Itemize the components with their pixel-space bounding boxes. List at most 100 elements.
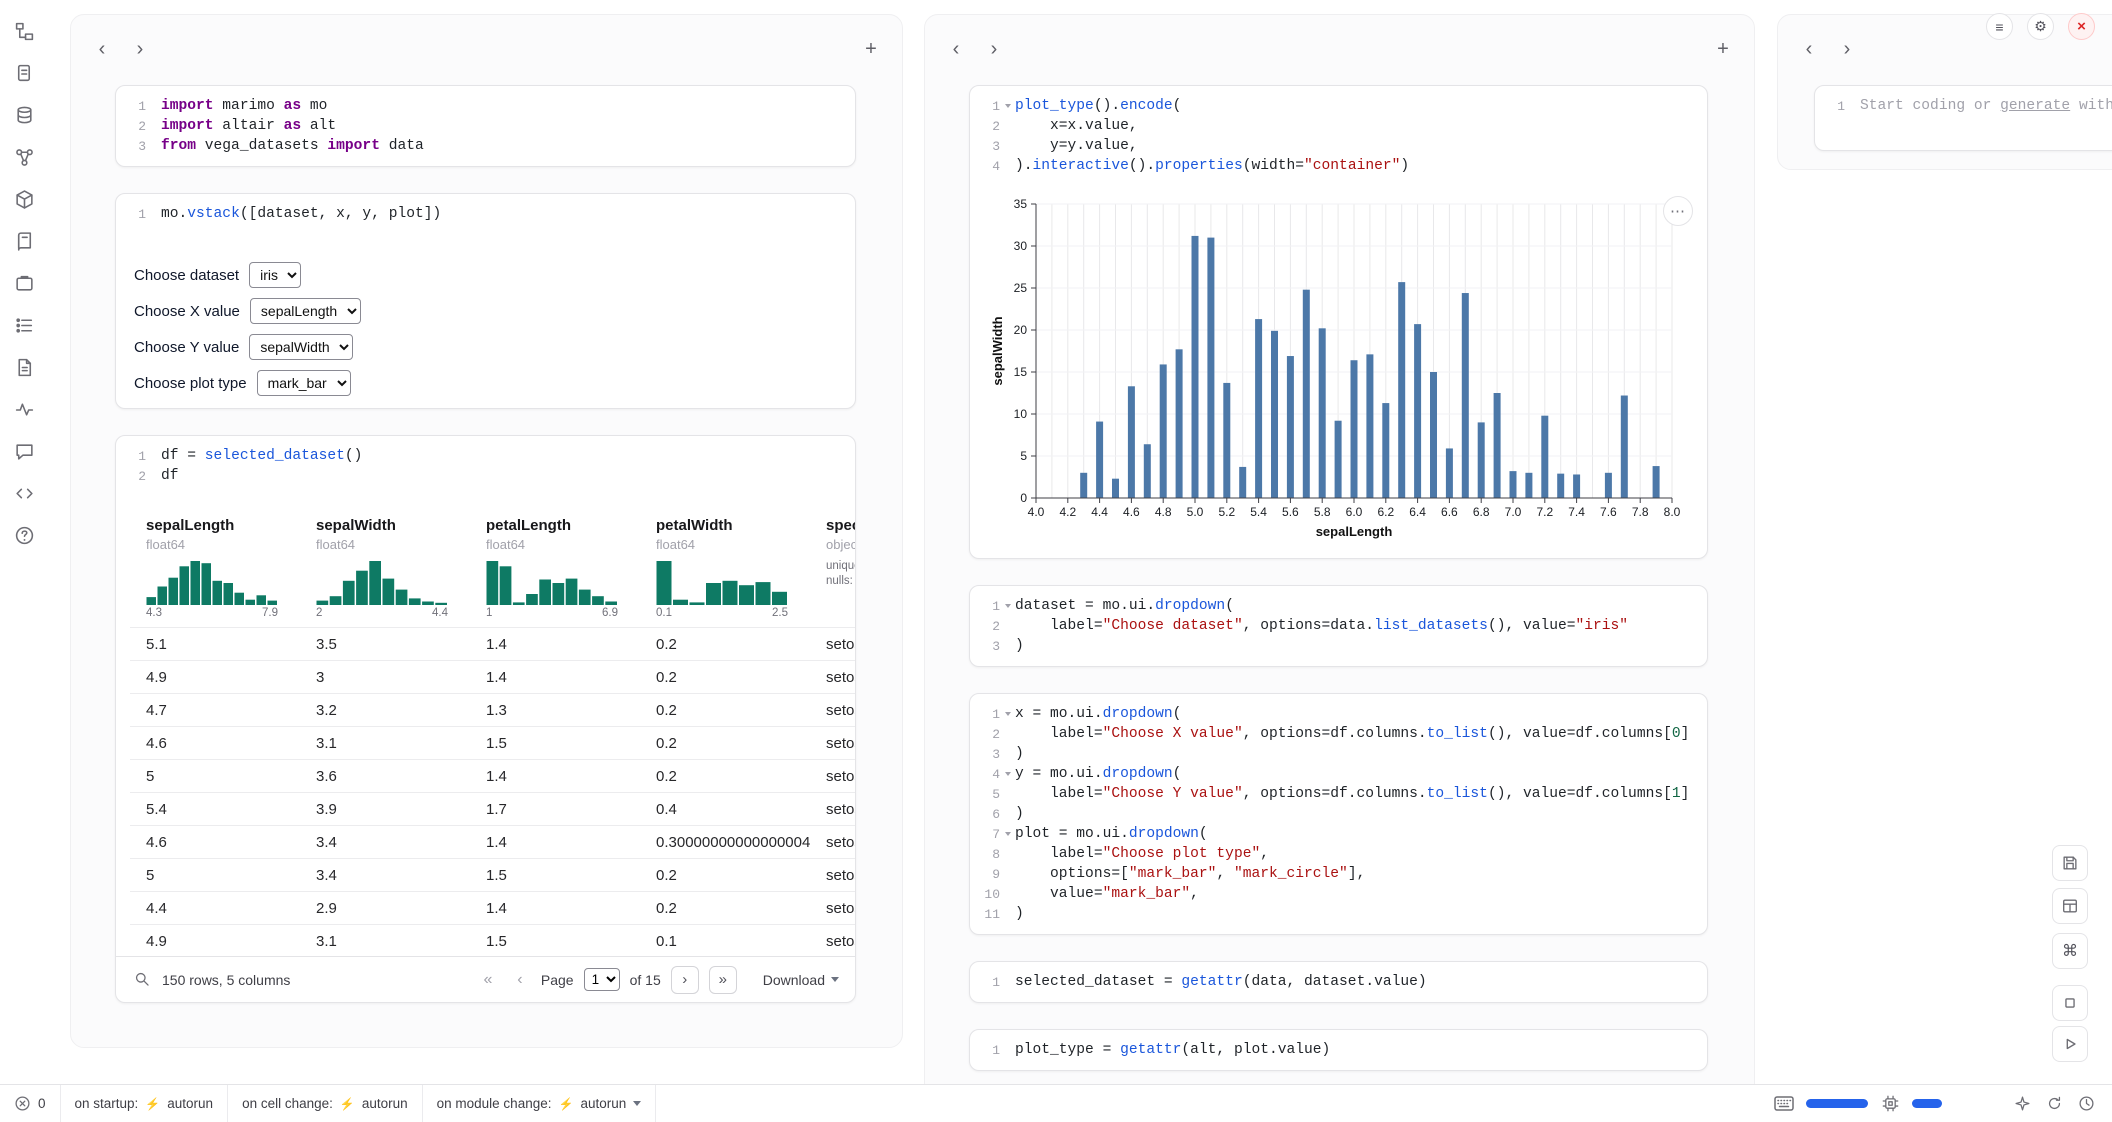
cell-dataframe[interactable]: 1df = selected_dataset()2df sepalLengthf… xyxy=(115,435,856,1003)
cell-plot-type[interactable]: 1plot_type = getattr(alt, plot.value) xyxy=(969,1029,1708,1071)
cell-dataset-dropdown[interactable]: 1dataset = mo.ui.dropdown(2 label="Choos… xyxy=(969,585,1708,667)
plot-type-dropdown[interactable]: mark_bar xyxy=(257,370,351,396)
fold-chevron-icon[interactable] xyxy=(1005,772,1011,776)
code-line: label="Choose Y value", options=df.colum… xyxy=(1015,784,1689,804)
restart-kernel-icon[interactable] xyxy=(2044,1094,2064,1114)
on-startup-mode-button[interactable]: on startup: ⚡ autorun xyxy=(61,1085,228,1122)
cell-vstack[interactable]: 1mo.vstack([dataset, x, y, plot]) Choose… xyxy=(115,193,856,409)
table-cell: 1.5 xyxy=(470,867,640,884)
fold-chevron-icon[interactable] xyxy=(1005,832,1011,836)
add-column-button[interactable]: + xyxy=(858,36,884,62)
errors-button[interactable]: 0 xyxy=(0,1085,60,1122)
datasources-icon[interactable] xyxy=(11,102,37,128)
line-number: 1 xyxy=(970,99,1000,114)
first-page-button[interactable]: « xyxy=(477,966,499,994)
code-editor-selected-dataset[interactable]: 1selected_dataset = getattr(data, datase… xyxy=(970,962,1707,1002)
move-column-right-button[interactable]: › xyxy=(127,36,153,62)
on-cell-change-mode-button[interactable]: on cell change: ⚡ autorun xyxy=(228,1085,422,1122)
help-icon[interactable] xyxy=(11,522,37,548)
table-row[interactable]: 4.63.11.50.2setosa xyxy=(130,726,855,759)
notebook-icon[interactable] xyxy=(11,228,37,254)
code-editor-vstack[interactable]: 1mo.vstack([dataset, x, y, plot]) xyxy=(116,194,855,234)
on-module-change-mode-button[interactable]: on module change: ⚡ autorun xyxy=(423,1085,656,1122)
fold-chevron-icon[interactable] xyxy=(1005,104,1011,108)
scratchpad-icon[interactable] xyxy=(11,270,37,296)
table-column-header[interactable]: petalLengthfloat6416.9 xyxy=(470,516,640,627)
run-all-button[interactable] xyxy=(2052,1026,2088,1062)
code-editor-imports[interactable]: 1import marimo as mo2import altair as al… xyxy=(116,86,855,166)
ai-sparkle-icon[interactable] xyxy=(2012,1094,2032,1114)
move-column-left-button[interactable]: ‹ xyxy=(89,36,115,62)
table-column-header[interactable]: speciesobjectuniquenulls: xyxy=(810,516,855,627)
x-value-dropdown[interactable]: sepalLength xyxy=(250,298,361,324)
files-icon[interactable] xyxy=(11,60,37,86)
y-value-dropdown[interactable]: sepalWidth xyxy=(249,334,353,360)
table-cell: 1.7 xyxy=(470,801,640,818)
table-row[interactable]: 4.931.40.2setosa xyxy=(130,660,855,693)
cell-selected-dataset[interactable]: 1selected_dataset = getattr(data, datase… xyxy=(969,961,1708,1003)
move-column-left-button[interactable]: ‹ xyxy=(1796,36,1822,62)
command-palette-button[interactable]: ⌘ xyxy=(2052,933,2088,969)
cell-plot[interactable]: 1plot_type().encode(2 x=x.value,3 y=y.va… xyxy=(969,85,1708,559)
data-table[interactable]: sepalLengthfloat644.37.9sepalWidthfloat6… xyxy=(130,516,855,957)
page-select[interactable]: 1 xyxy=(584,968,620,991)
notebook-menu-button[interactable]: ≡ xyxy=(1986,13,2013,40)
table-cell: setosa xyxy=(810,933,855,950)
code-editor-plot-type[interactable]: 1plot_type = getattr(alt, plot.value) xyxy=(970,1030,1707,1070)
table-row[interactable]: 4.93.11.50.1setosa xyxy=(130,924,855,957)
layout-toggle-button[interactable] xyxy=(2052,888,2088,924)
fold-chevron-icon[interactable] xyxy=(1005,604,1011,608)
table-row[interactable]: 4.73.21.30.2setosa xyxy=(130,693,855,726)
app-frame-button[interactable] xyxy=(2052,985,2088,1021)
packages-icon[interactable] xyxy=(11,186,37,212)
settings-button[interactable]: ⚙ xyxy=(2027,13,2054,40)
code-line: y=y.value, xyxy=(1015,136,1138,156)
logs-icon[interactable] xyxy=(11,396,37,422)
shutdown-button[interactable]: × xyxy=(2068,13,2095,40)
next-page-button[interactable]: › xyxy=(671,966,699,994)
last-page-button[interactable]: » xyxy=(709,966,737,994)
table-search-icon[interactable] xyxy=(132,970,152,990)
download-button[interactable]: Download xyxy=(763,972,839,988)
table-column-header[interactable]: sepalWidthfloat6424.4 xyxy=(300,516,470,627)
code-editor-xyplot[interactable]: 1x = mo.ui.dropdown(2 label="Choose X va… xyxy=(970,694,1707,934)
table-row[interactable]: 4.63.41.40.30000000000000004setosa xyxy=(130,825,855,858)
table-column-header[interactable]: petalWidthfloat640.12.5 xyxy=(640,516,810,627)
dataset-dropdown[interactable]: iris xyxy=(249,262,301,288)
cell-xy-plot-dropdowns[interactable]: 1x = mo.ui.dropdown(2 label="Choose X va… xyxy=(969,693,1708,935)
outline-icon[interactable] xyxy=(11,312,37,338)
keyboard-shortcuts-icon[interactable] xyxy=(1774,1094,1794,1114)
add-column-button[interactable]: + xyxy=(1710,36,1736,62)
line-number: 9 xyxy=(970,867,1000,882)
code-editor-plot[interactable]: 1plot_type().encode(2 x=x.value,3 y=y.va… xyxy=(970,86,1707,186)
snippets-icon[interactable] xyxy=(11,480,37,506)
table-column-header[interactable]: sepalLengthfloat644.37.9 xyxy=(130,516,300,627)
file-explorer-icon[interactable] xyxy=(11,18,37,44)
table-row[interactable]: 53.41.50.2setosa xyxy=(130,858,855,891)
variables-icon[interactable] xyxy=(11,144,37,170)
column-name: petalWidth xyxy=(656,516,810,536)
line-number: 1 xyxy=(116,99,146,114)
svg-text:5.2: 5.2 xyxy=(1218,505,1235,519)
code-editor-dataframe[interactable]: 1df = selected_dataset()2df xyxy=(116,436,855,496)
table-cell: 3 xyxy=(300,669,470,686)
move-column-right-button[interactable]: › xyxy=(1834,36,1860,62)
generate-with-ai-link[interactable]: generate xyxy=(2000,98,2070,114)
table-row[interactable]: 4.42.91.40.2setosa xyxy=(130,891,855,924)
documentation-icon[interactable] xyxy=(11,354,37,380)
cell-imports[interactable]: 1import marimo as mo2import altair as al… xyxy=(115,85,856,167)
prev-page-button[interactable]: ‹ xyxy=(509,966,531,994)
new-empty-cell[interactable]: 1 Start coding or generate with AI. xyxy=(1814,85,2112,151)
table-row[interactable]: 53.61.40.2setosa xyxy=(130,759,855,792)
chat-icon[interactable] xyxy=(11,438,37,464)
code-editor-dataset[interactable]: 1dataset = mo.ui.dropdown(2 label="Choos… xyxy=(970,586,1707,666)
recent-runs-clock-icon[interactable] xyxy=(2076,1094,2096,1114)
chart-options-button[interactable]: ⋯ xyxy=(1663,196,1693,226)
fold-chevron-icon[interactable] xyxy=(1005,712,1011,716)
table-row[interactable]: 5.43.91.70.4setosa xyxy=(130,792,855,825)
table-row[interactable]: 5.13.51.40.2setosa xyxy=(130,627,855,660)
bar-chart[interactable]: 4.04.24.44.64.85.05.25.45.65.86.06.26.46… xyxy=(990,192,1680,544)
move-column-right-button[interactable]: › xyxy=(981,36,1007,62)
save-button[interactable] xyxy=(2052,845,2088,881)
move-column-left-button[interactable]: ‹ xyxy=(943,36,969,62)
